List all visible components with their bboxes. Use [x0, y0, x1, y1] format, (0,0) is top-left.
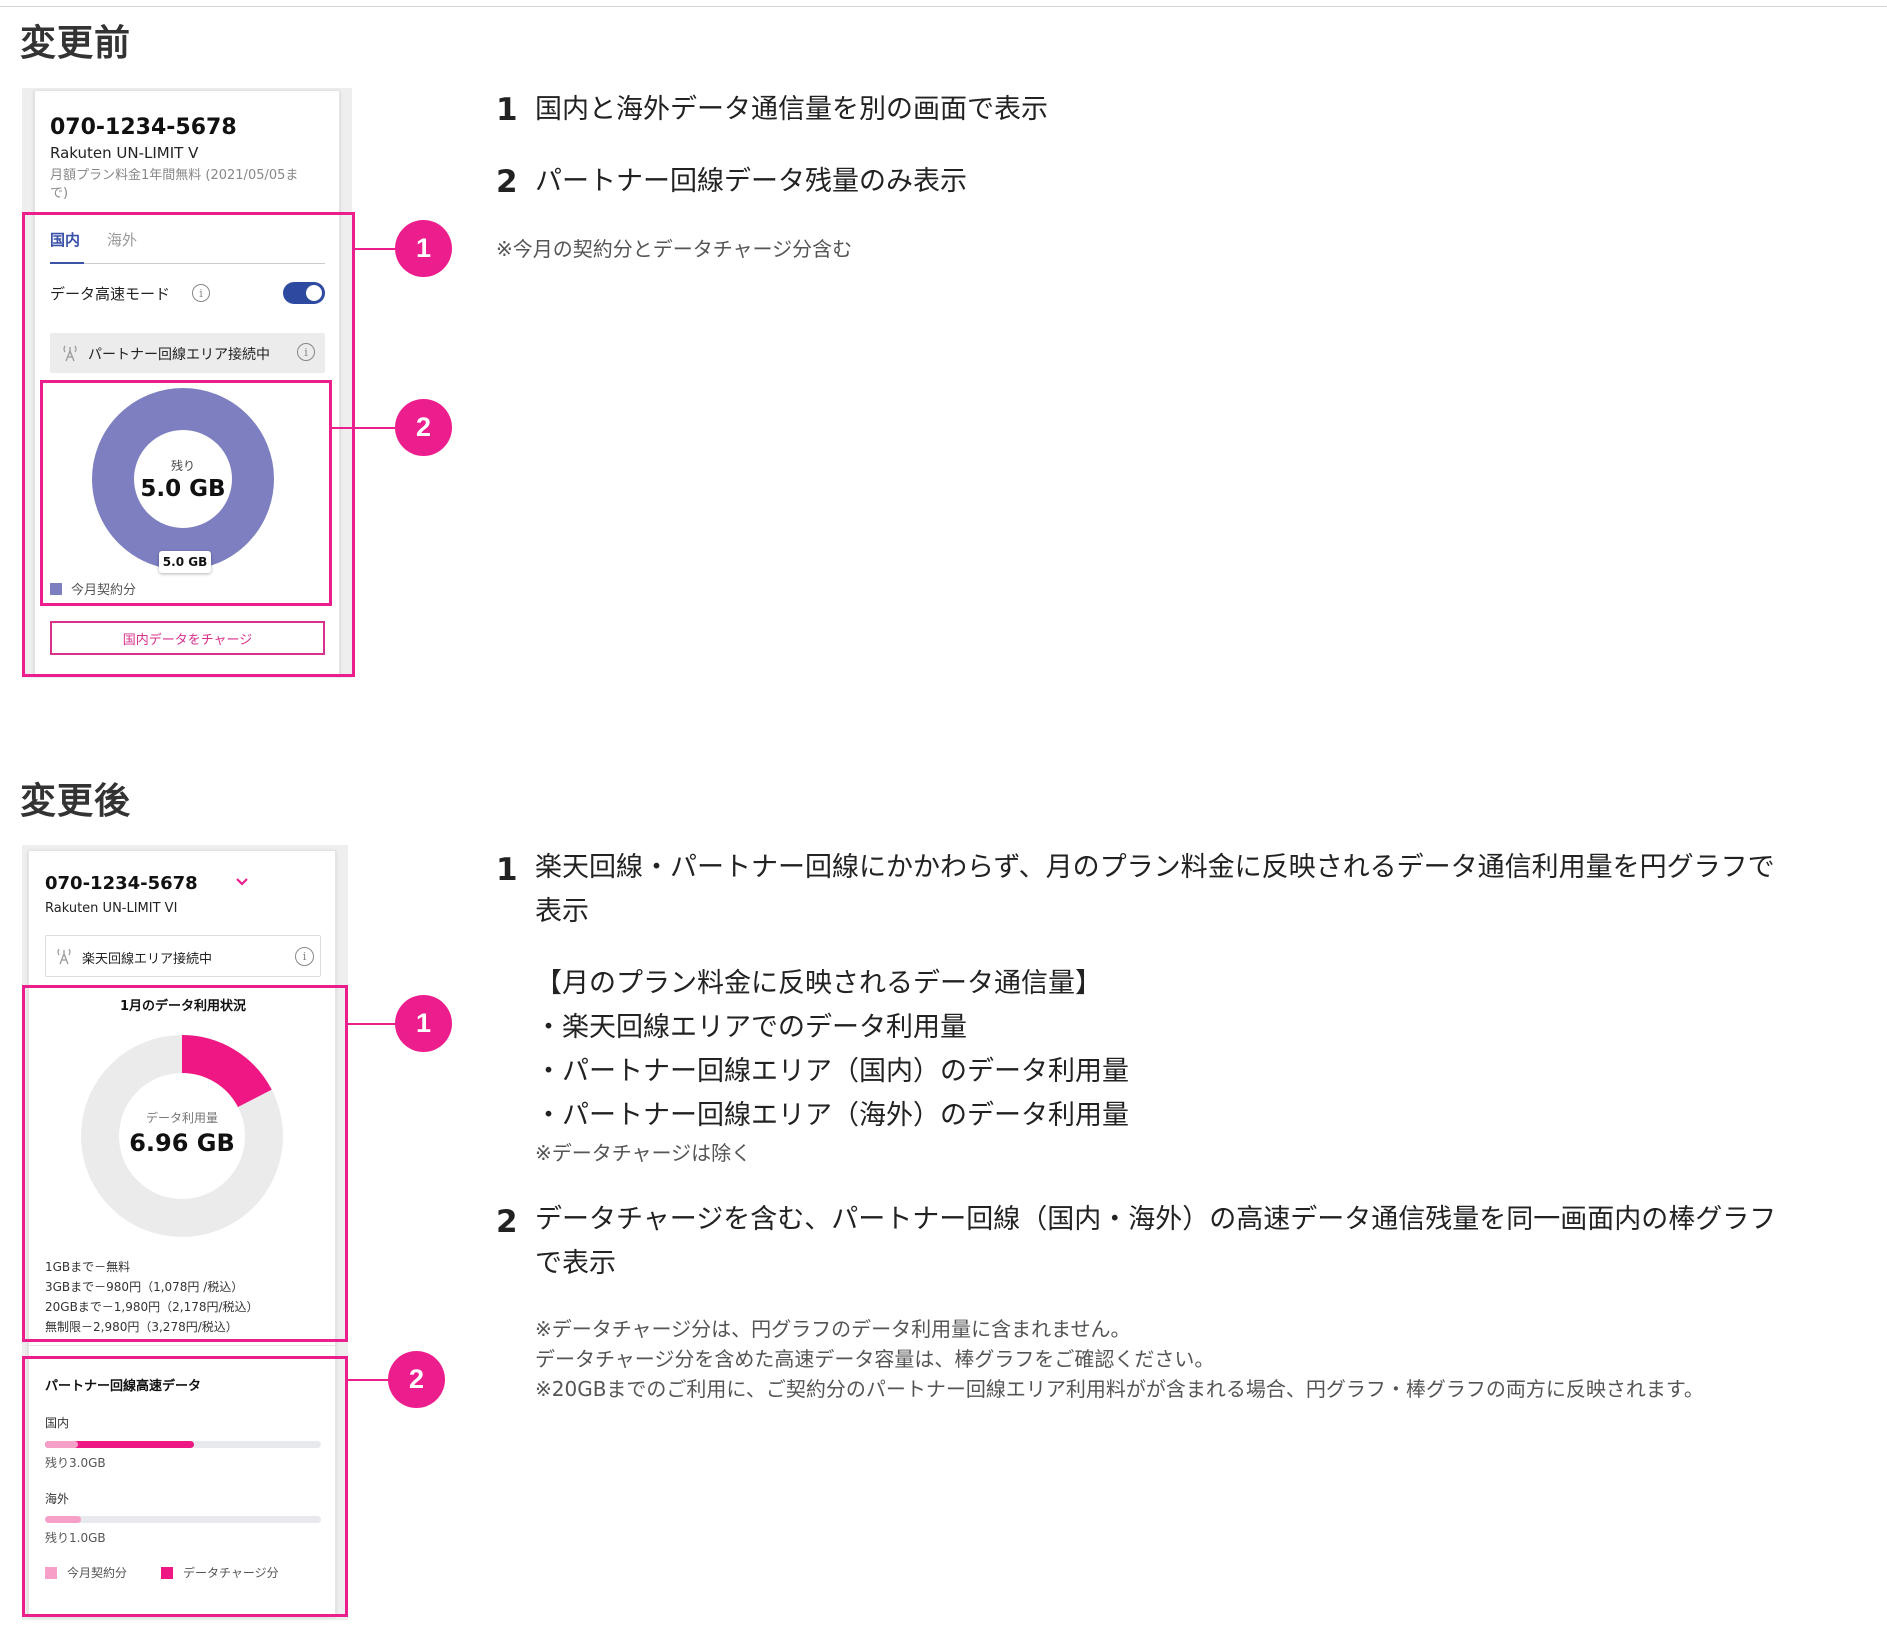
- before-point-1-num: 1: [496, 92, 518, 128]
- after-callout-line-1: [348, 1023, 395, 1025]
- before-callout-line-2: [332, 427, 395, 429]
- card-divider: [29, 1345, 337, 1346]
- after-point-2-line2: で表示: [535, 1248, 616, 1279]
- chevron-down-icon[interactable]: [234, 873, 250, 892]
- area-status-bar: 楽天回線エリア接続中 i: [45, 935, 321, 977]
- phone-number: 070-1234-5678: [45, 873, 198, 894]
- area-status-text: 楽天回線エリア接続中: [82, 952, 213, 967]
- before-note: ※今月の契約分とデータチャージ分含む: [496, 237, 853, 261]
- after-point-2-line1: データチャージを含む、パートナー回線（国内・海外）の高速データ通信残量を同一画面…: [535, 1204, 1777, 1235]
- after-point-1-line2: 表示: [535, 896, 589, 927]
- antenna-icon: [56, 947, 72, 969]
- area-info-icon[interactable]: i: [295, 947, 314, 966]
- plan-name: Rakuten UN-LIMIT V: [50, 144, 199, 162]
- before-point-2-num: 2: [496, 164, 518, 200]
- after-point-1-num: 1: [496, 852, 518, 888]
- after-highlight-2: [22, 1356, 348, 1617]
- after-list-item-2: ・パートナー回線エリア（国内）のデータ利用量: [535, 1056, 1129, 1087]
- after-point-1-line1: 楽天回線・パートナー回線にかかわらず、月のプラン料金に反映されるデータ通信利用量…: [535, 852, 1775, 883]
- before-point-2-text: パートナー回線データ残量のみ表示: [535, 166, 967, 197]
- after-callout-badge-2: 2: [388, 1351, 445, 1408]
- before-highlight-2: [40, 380, 332, 606]
- before-callout-badge-1: 1: [395, 220, 452, 277]
- after-callout-line-2: [348, 1379, 388, 1381]
- after-point-1-note: ※データチャージは除く: [535, 1141, 752, 1165]
- before-callout-badge-2: 2: [395, 399, 452, 456]
- plan-name: Rakuten UN-LIMIT VI: [45, 901, 178, 916]
- after-section-title: 変更後: [20, 781, 132, 822]
- before-section-title: 変更前: [20, 23, 132, 64]
- after-point-2-note-3: ※20GBまでのご利用に、ご契約分のパートナー回線エリア利用料がが含まれる場合、…: [535, 1377, 1704, 1401]
- after-callout-badge-1: 1: [395, 995, 452, 1052]
- after-list-heading: 【月のプラン料金に反映されるデータ通信量】: [535, 968, 1102, 999]
- before-point-1-text: 国内と海外データ通信量を別の画面で表示: [535, 94, 1048, 125]
- phone-number: 070-1234-5678: [50, 115, 237, 140]
- after-list-item-1: ・楽天回線エリアでのデータ利用量: [535, 1012, 967, 1043]
- after-point-2-note-1: ※データチャージ分は、円グラフのデータ利用量に含まれません。: [535, 1317, 1131, 1341]
- top-divider: [0, 6, 1887, 7]
- after-list-item-3: ・パートナー回線エリア（海外）のデータ利用量: [535, 1100, 1129, 1131]
- after-point-2-num: 2: [496, 1204, 518, 1240]
- after-highlight-1: [22, 985, 348, 1342]
- plan-note-line1: 月額プラン料金1年間無料 (2021/05/05ま: [50, 168, 299, 183]
- before-callout-line-1: [355, 248, 395, 250]
- after-point-2-note-2: データチャージ分を含めた高速データ容量は、棒グラフをご確認ください。: [535, 1347, 1215, 1371]
- plan-note-line2: で): [50, 186, 69, 201]
